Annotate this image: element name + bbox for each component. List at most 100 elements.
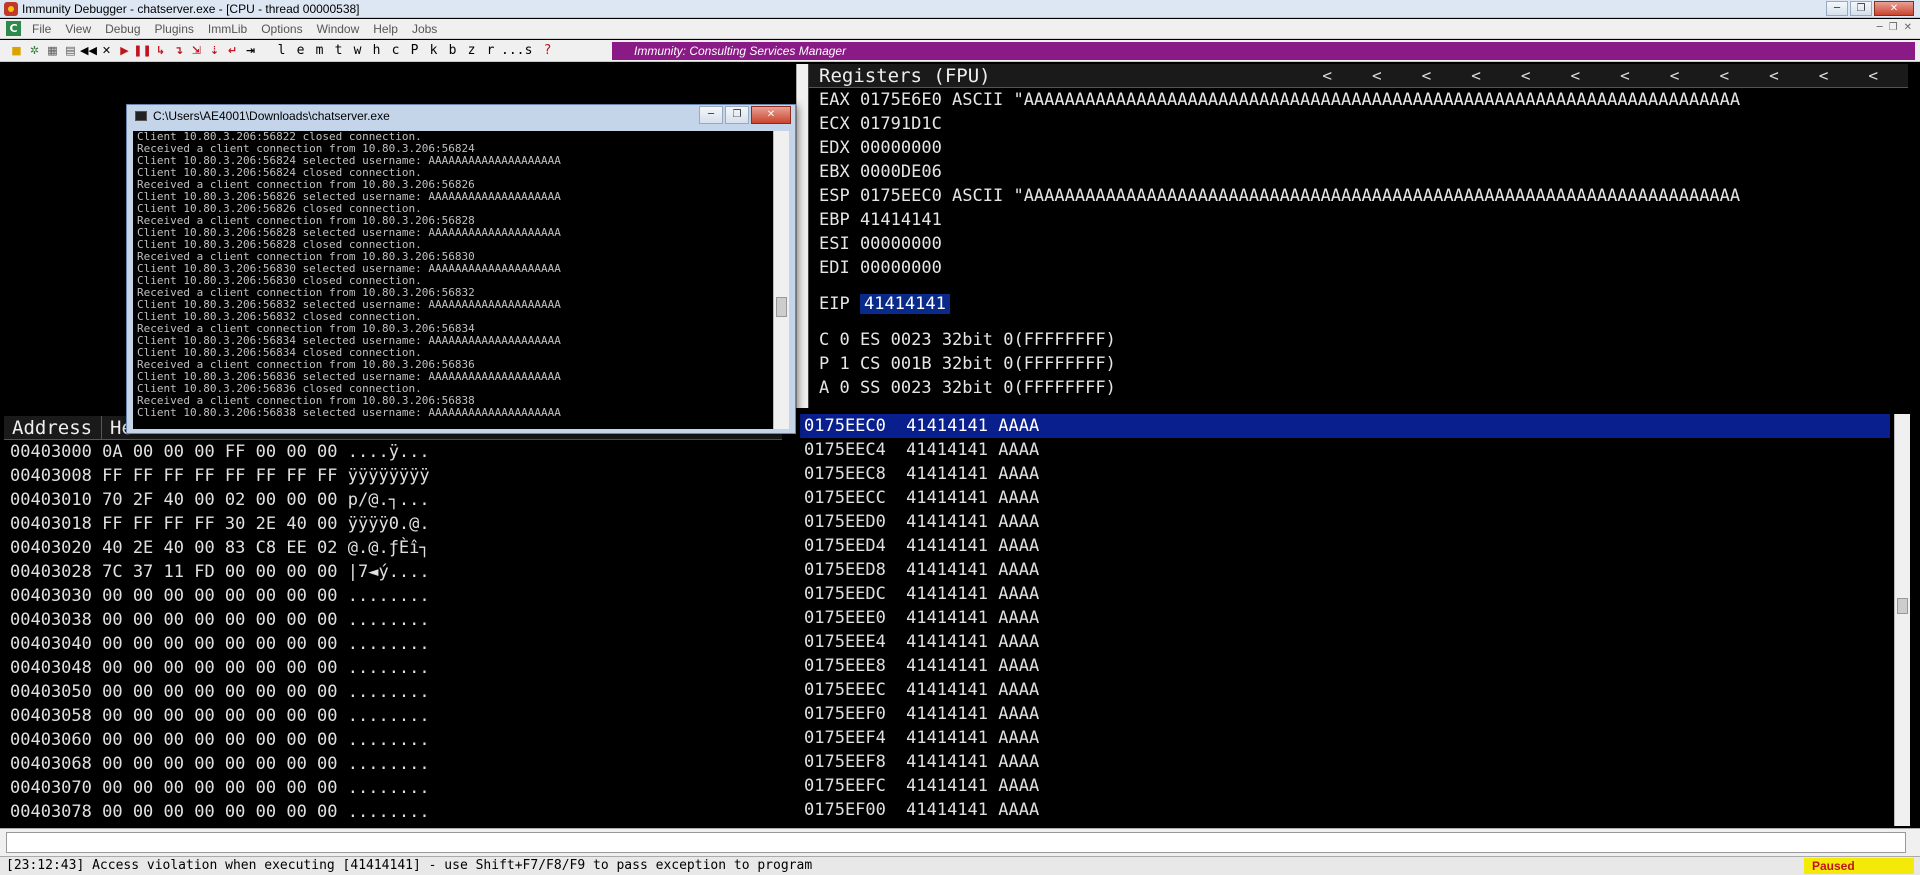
toolbar-callstack-button[interactable]: k xyxy=(425,42,442,59)
toolbar-run-trace-button[interactable]: ... xyxy=(501,42,524,59)
toolbar-executables-button[interactable]: e xyxy=(292,42,309,59)
toolbar-handles-button[interactable]: h xyxy=(368,42,385,59)
toolbar-source-button[interactable]: s xyxy=(520,42,537,59)
arrow-icon[interactable]: < xyxy=(1719,64,1729,88)
command-input[interactable] xyxy=(6,832,1906,853)
toolbar-z-button[interactable]: z xyxy=(463,42,480,59)
stack-row[interactable]: 0175EED4 41414141 AAAA xyxy=(800,534,1890,558)
register-ecx[interactable]: ECX 01791D1C xyxy=(809,112,1908,136)
arrow-icon[interactable]: < xyxy=(1620,64,1630,88)
close-icon[interactable]: ✕ xyxy=(1874,1,1914,16)
menu-plugins[interactable]: Plugins xyxy=(148,19,201,39)
register-eip[interactable]: EIP 41414141 xyxy=(809,292,1908,316)
stack-row[interactable]: 0175EEEC 41414141 AAAA xyxy=(800,678,1890,702)
toolbar-windows-button[interactable]: w xyxy=(349,42,366,59)
toolbar-patches-button[interactable]: P xyxy=(406,42,423,59)
execute-till-return-icon[interactable]: ↵ xyxy=(224,42,241,59)
maximize-icon[interactable]: ❐ xyxy=(1850,1,1872,16)
toolbar-breakpoints-button[interactable]: b xyxy=(444,42,461,59)
stack-row[interactable]: 0175EEF8 41414141 AAAA xyxy=(800,750,1890,774)
menu-file[interactable]: File xyxy=(25,19,58,39)
run-icon[interactable]: ▶ xyxy=(116,42,133,59)
register-esp[interactable]: ESP 0175EEC0 ASCII "AAAAAAAAAAAAAAAAAAAA… xyxy=(809,184,1908,208)
stack-scrollbar[interactable] xyxy=(1894,414,1910,826)
flag-line[interactable]: P 1 CS 001B 32bit 0(FFFFFFFF) xyxy=(809,352,1908,376)
stack-row[interactable]: 0175EEE8 41414141 AAAA xyxy=(800,654,1890,678)
dump-row[interactable]: 00403018 FF FF FF FF 30 2E 40 00 ÿÿÿÿ0.@… xyxy=(4,512,782,536)
disassembly-scrollbar[interactable] xyxy=(796,64,808,408)
register-edi[interactable]: EDI 00000000 xyxy=(809,256,1908,280)
arrow-icon[interactable]: < xyxy=(1769,64,1779,88)
stack-row[interactable]: 0175EEF4 41414141 AAAA xyxy=(800,726,1890,750)
register-eax[interactable]: EAX 0175E6E0 ASCII "AAAAAAAAAAAAAAAAAAAA… xyxy=(809,88,1908,112)
console-window[interactable]: C:\Users\AE4001\Downloads\chatserver.exe… xyxy=(126,104,796,434)
arrow-icon[interactable]: < xyxy=(1422,64,1432,88)
console-scrollbar[interactable] xyxy=(773,131,789,429)
pause-icon[interactable]: ❚❚ xyxy=(133,42,151,59)
open-folder-icon[interactable]: ■ xyxy=(8,42,25,59)
toolbar-memory-button[interactable]: m xyxy=(311,42,328,59)
arrow-icon[interactable]: < xyxy=(1868,64,1878,88)
console-scroll-thumb[interactable] xyxy=(776,297,787,317)
stack-row[interactable]: 0175EEC8 41414141 AAAA xyxy=(800,462,1890,486)
menu-window[interactable]: Window xyxy=(310,19,367,39)
stack-row[interactable]: 0175EECC 41414141 AAAA xyxy=(800,486,1890,510)
stack-pane[interactable]: 0175EEC0 41414141 AAAA 0175EEC4 41414141… xyxy=(800,414,1910,826)
stack-row[interactable]: 0175EEFC 41414141 AAAA xyxy=(800,774,1890,798)
menu-help[interactable]: Help xyxy=(366,19,405,39)
minimize-icon[interactable]: ─ xyxy=(1826,1,1848,16)
attach-icon[interactable]: ✲ xyxy=(26,42,43,59)
dump-row[interactable]: 00403040 00 00 00 00 00 00 00 00 .......… xyxy=(4,632,782,656)
dump-row[interactable]: 00403070 00 00 00 00 00 00 00 00 .......… xyxy=(4,776,782,800)
stack-row[interactable]: 0175EED0 41414141 AAAA xyxy=(800,510,1890,534)
eip-value[interactable]: 41414141 xyxy=(859,294,950,314)
arrow-icon[interactable]: < xyxy=(1819,64,1829,88)
trace-over-icon[interactable]: ⇣ xyxy=(206,42,223,59)
menu-jobs[interactable]: Jobs xyxy=(405,19,444,39)
dump-row[interactable]: 00403060 00 00 00 00 00 00 00 00 .......… xyxy=(4,728,782,752)
dump-row[interactable]: 00403028 7C 37 11 FD 00 00 00 00 |7◄ý...… xyxy=(4,560,782,584)
dump-row[interactable]: 00403038 00 00 00 00 00 00 00 00 .......… xyxy=(4,608,782,632)
dump-row[interactable]: 00403020 40 2E 40 00 83 C8 EE 02 @.@.ƒÈî… xyxy=(4,536,782,560)
mdi-restore-icon[interactable]: ❐ xyxy=(1889,22,1898,33)
trace-into-icon[interactable]: ⇲ xyxy=(188,42,205,59)
restart-icon[interactable]: ▦ xyxy=(44,42,61,59)
toolbar-threads-button[interactable]: t xyxy=(330,42,347,59)
stack-row[interactable]: 0175EEDC 41414141 AAAA xyxy=(800,582,1890,606)
step-into-icon[interactable]: ↳ xyxy=(152,42,169,59)
flag-line[interactable]: A 0 SS 0023 32bit 0(FFFFFFFF) xyxy=(809,376,1908,400)
goto-icon[interactable]: ⇥ xyxy=(242,42,259,59)
console-title-bar[interactable]: C:\Users\AE4001\Downloads\chatserver.exe… xyxy=(127,105,795,127)
toolbar-cpu-button[interactable]: c xyxy=(387,42,404,59)
memory-dump-pane[interactable]: Address He 00403000 0A 00 00 00 FF 00 00… xyxy=(4,416,782,826)
dump-row[interactable]: 00403000 0A 00 00 00 FF 00 00 00 ....ÿ..… xyxy=(4,440,782,464)
mdi-close-icon[interactable]: ✕ xyxy=(1904,22,1912,33)
flag-line[interactable]: C 0 ES 0023 32bit 0(FFFFFFFF) xyxy=(809,328,1908,352)
consulting-banner[interactable]: Immunity: Consulting Services Manager xyxy=(612,42,1915,60)
rewind-icon[interactable]: ◀◀ xyxy=(80,42,97,59)
stack-row[interactable]: 0175EF00 41414141 AAAA xyxy=(800,798,1890,822)
maximize-icon[interactable]: ❐ xyxy=(725,106,749,124)
stack-row-selected[interactable]: 0175EEC0 41414141 AAAA xyxy=(800,414,1890,438)
menu-debug[interactable]: Debug xyxy=(98,19,147,39)
cpu-window-icon[interactable]: C xyxy=(6,21,21,36)
terminate-icon[interactable]: ✕ xyxy=(98,42,115,59)
dump-row[interactable]: 00403050 00 00 00 00 00 00 00 00 .......… xyxy=(4,680,782,704)
close-icon[interactable]: ✕ xyxy=(751,106,791,124)
arrow-icon[interactable]: < xyxy=(1521,64,1531,88)
dump-row[interactable]: 00403058 00 00 00 00 00 00 00 00 .......… xyxy=(4,704,782,728)
register-esi[interactable]: ESI 00000000 xyxy=(809,232,1908,256)
toolbar-log-button[interactable]: l xyxy=(273,42,290,59)
dump-header-address[interactable]: Address xyxy=(4,416,102,439)
toolbar-help-button[interactable]: ? xyxy=(539,42,556,59)
arrow-icon[interactable]: < xyxy=(1670,64,1680,88)
stack-row[interactable]: 0175EEE4 41414141 AAAA xyxy=(800,630,1890,654)
stack-row[interactable]: 0175EEF0 41414141 AAAA xyxy=(800,702,1890,726)
register-edx[interactable]: EDX 00000000 xyxy=(809,136,1908,160)
arrow-icon[interactable]: < xyxy=(1471,64,1481,88)
dump-row[interactable]: 00403078 00 00 00 00 00 00 00 00 .......… xyxy=(4,800,782,824)
minimize-icon[interactable]: ─ xyxy=(699,106,723,124)
close-program-icon[interactable]: ▤ xyxy=(62,42,79,59)
stack-row[interactable]: 0175EEC4 41414141 AAAA xyxy=(800,438,1890,462)
arrow-icon[interactable]: < xyxy=(1322,64,1332,88)
